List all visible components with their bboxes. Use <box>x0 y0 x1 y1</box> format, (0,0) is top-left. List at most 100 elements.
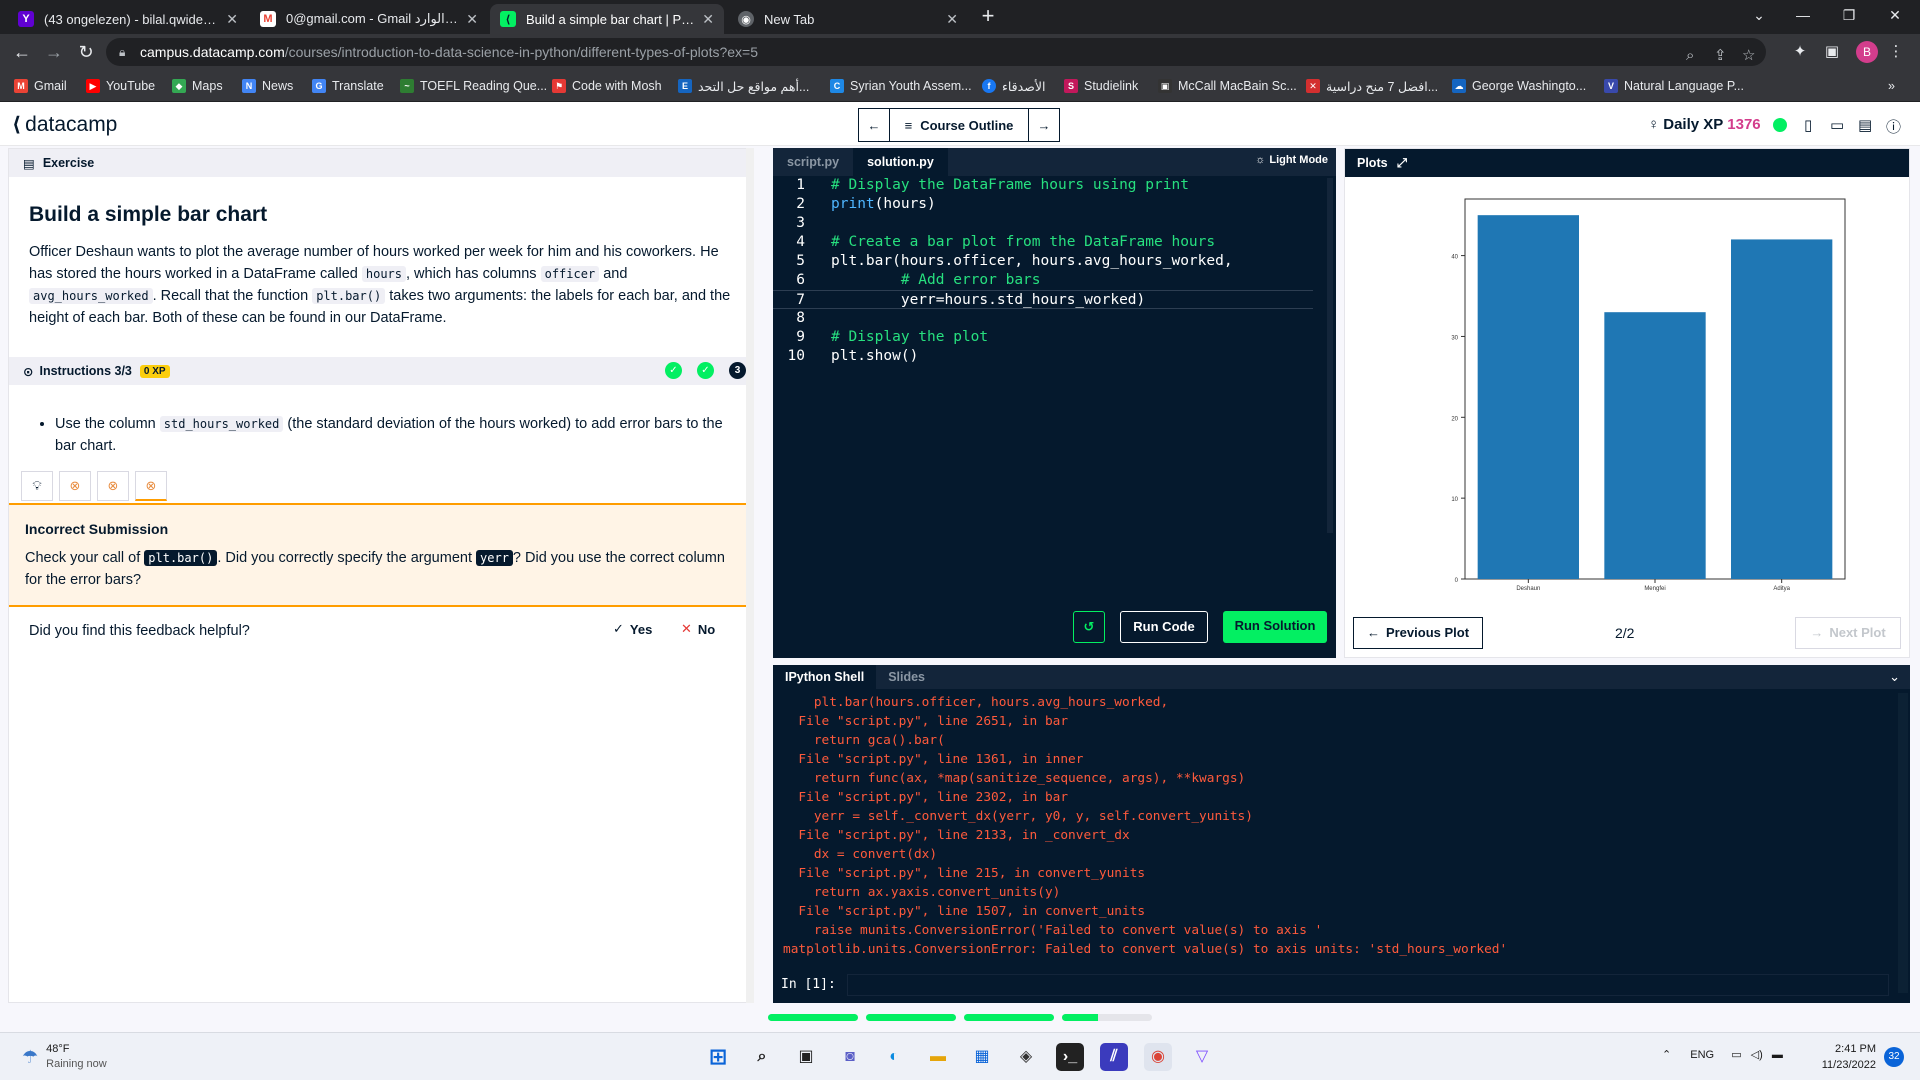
bookmark-mccall[interactable]: ▣ McCall MacBain Sc... <box>1158 76 1297 96</box>
browser-tab-active[interactable]: ⟨ Build a simple bar chart | Python ✕ <box>490 4 724 34</box>
tab-plots[interactable]: Plots ⤢ <box>1345 149 1420 177</box>
chrome-icon[interactable]: ◉ <box>1144 1043 1172 1071</box>
console-input[interactable] <box>847 974 1889 996</box>
exercise-scrollbar[interactable] <box>746 148 754 1003</box>
slides-icon[interactable]: ▤ <box>1858 116 1872 134</box>
no-button[interactable]: ✕ No <box>681 621 715 637</box>
tab-search-icon[interactable]: ⌄ <box>1736 0 1782 30</box>
next-exercise-button[interactable]: → <box>1028 108 1060 142</box>
expand-icon[interactable]: ⤢ <box>1397 156 1407 170</box>
bookmark-mosh[interactable]: ⚑ Code with Mosh <box>552 76 662 96</box>
edge-icon[interactable]: ◐ <box>880 1043 908 1071</box>
incorrect-attempt-icon[interactable]: ⊗ <box>97 471 129 501</box>
bookmark-news[interactable]: N News <box>242 76 293 96</box>
reload-icon[interactable]: ↻ <box>74 40 98 64</box>
step-complete-icon[interactable]: ✓ <box>697 362 714 379</box>
tab-slides[interactable]: Slides <box>876 665 937 689</box>
console-scrollbar[interactable] <box>1898 693 1908 993</box>
bookmark-arabic-sites[interactable]: E أهم مواقع حل التحد... <box>678 76 809 96</box>
restore-button[interactable]: ❐ <box>1826 0 1872 30</box>
editor-scrollbar[interactable] <box>1327 178 1333 533</box>
browser-tab[interactable]: Y (43 ongelezen) - bilal.qwider@ya ✕ <box>8 4 248 34</box>
tab-solution[interactable]: solution.py <box>853 148 948 176</box>
share-icon[interactable]: ⇪ <box>1714 42 1727 70</box>
visual-studio-icon[interactable]: ⫽ <box>1100 1043 1128 1071</box>
bookmark-george-washington[interactable]: ☁ George Washingto... <box>1452 76 1586 96</box>
more-bookmarks-icon[interactable]: » <box>1888 76 1895 96</box>
chevron-down-icon[interactable]: ⌄ <box>1889 669 1900 685</box>
code-line[interactable]: 9 # Display the plot <box>773 328 1313 347</box>
new-tab-button[interactable]: + <box>975 4 1001 30</box>
app-icon[interactable]: ▽ <box>1188 1043 1216 1071</box>
code-line[interactable]: 10 plt.show() <box>773 347 1313 366</box>
close-icon[interactable]: ✕ <box>460 11 478 28</box>
minimize-button[interactable]: — <box>1780 0 1826 30</box>
store-icon[interactable]: ▦ <box>968 1043 996 1071</box>
datacamp-logo[interactable]: ⟨ datacamp <box>12 112 117 137</box>
code-line[interactable]: 3 <box>773 214 1313 233</box>
terminal-icon[interactable]: ›_ <box>1056 1043 1084 1071</box>
bookmark-maps[interactable]: ◆ Maps <box>172 76 223 96</box>
url-bar[interactable]: 🔒︎ campus.datacamp.com/courses/introduct… <box>106 38 1766 66</box>
video-icon[interactable]: ▭ <box>1830 116 1844 134</box>
hint-bulb-icon[interactable]: 💡︎ <box>21 471 53 501</box>
forward-icon[interactable]: → <box>42 40 66 64</box>
weather-widget[interactable]: ☂ 48°F Raining now <box>22 1042 107 1072</box>
light-mode-toggle[interactable]: ☼ Light Mode <box>1255 154 1328 166</box>
browser-tab[interactable]: M 0@gmail.com - Gmail البريد الوارد ✕ <box>250 4 488 34</box>
step-complete-icon[interactable]: ✓ <box>665 362 682 379</box>
bookmark-translate[interactable]: G Translate <box>312 76 384 96</box>
back-icon[interactable]: ← <box>10 40 34 64</box>
windows-start-icon[interactable]: ⊞ <box>704 1043 732 1071</box>
info-icon[interactable]: ⓘ <box>1886 116 1901 137</box>
unity-icon[interactable]: ◈ <box>1012 1043 1040 1071</box>
close-icon[interactable]: ✕ <box>220 11 238 28</box>
clock[interactable]: 2:41 PM 11/23/2022 <box>1806 1041 1876 1073</box>
run-solution-button[interactable]: Run Solution <box>1223 611 1327 643</box>
code-line[interactable]: 2 print(hours) <box>773 195 1313 214</box>
run-code-button[interactable]: Run Code <box>1120 611 1208 643</box>
chevron-up-icon[interactable]: ⌃ <box>1662 1049 1671 1061</box>
tab-script[interactable]: script.py <box>773 148 853 176</box>
side-panel-icon[interactable]: ▣ <box>1822 42 1842 62</box>
bookmark-syrian-youth[interactable]: C Syrian Youth Assem... <box>830 76 972 96</box>
avatar[interactable]: B <box>1856 41 1878 63</box>
bookmark-studielink[interactable]: S Studielink <box>1064 76 1138 96</box>
next-plot-button[interactable]: → Next Plot <box>1795 617 1901 649</box>
task-view-icon[interactable]: ▣ <box>792 1043 820 1071</box>
bookmark-nlp[interactable]: V Natural Language P... <box>1604 76 1744 96</box>
mobile-icon[interactable]: ▯ <box>1804 116 1812 134</box>
incorrect-attempt-icon[interactable]: ⊗ <box>135 471 167 501</box>
file-explorer-icon[interactable]: ▬ <box>924 1043 952 1071</box>
close-icon[interactable]: ✕ <box>940 11 958 28</box>
code-line[interactable]: 7 yerr=hours.std_hours_worked) <box>773 290 1313 309</box>
extensions-icon[interactable]: ✦ <box>1790 42 1810 62</box>
bookmark-youtube[interactable]: ▶ YouTube <box>86 76 155 96</box>
reset-button[interactable]: ↺ <box>1073 611 1105 643</box>
step-current[interactable]: 3 <box>729 362 746 379</box>
volume-icon[interactable]: ◁) <box>1751 1049 1763 1061</box>
bookmark-gmail[interactable]: M Gmail <box>14 76 67 96</box>
chat-icon[interactable]: ◙ <box>836 1043 864 1071</box>
code-area[interactable]: 1 # Display the DataFrame hours using pri… <box>773 176 1313 366</box>
close-icon[interactable]: ✕ <box>696 11 714 28</box>
course-outline-button[interactable]: ≡ Course Outline <box>890 108 1028 142</box>
tab-ipython-shell[interactable]: IPython Shell <box>773 665 877 689</box>
bookmark-friends[interactable]: f الأصدقاء <box>982 76 1045 96</box>
previous-exercise-button[interactable]: ← <box>858 108 890 142</box>
window-close-button[interactable]: ✕ <box>1872 0 1918 30</box>
menu-icon[interactable]: ⋮ <box>1886 42 1906 62</box>
code-line[interactable]: 5 plt.bar(hours.officer, hours.avg_hours_… <box>773 252 1313 271</box>
yes-button[interactable]: ✓ Yes <box>613 621 652 637</box>
zoom-icon[interactable]: ⌕ <box>1686 42 1694 70</box>
previous-plot-button[interactable]: ← Previous Plot <box>1353 617 1483 649</box>
incorrect-attempt-icon[interactable]: ⊗ <box>59 471 91 501</box>
battery-icon[interactable]: ▬ <box>1772 1049 1783 1061</box>
search-icon[interactable]: ⌕ <box>748 1043 776 1071</box>
network-icon[interactable]: ▭ <box>1731 1049 1741 1061</box>
language-indicator[interactable]: ENG <box>1690 1049 1714 1061</box>
browser-tab[interactable]: ◉ New Tab ✕ <box>728 4 968 34</box>
code-line[interactable]: 8 <box>773 309 1313 328</box>
notification-badge[interactable]: 32 <box>1884 1047 1904 1067</box>
code-line[interactable]: 6 # Add error bars <box>773 271 1313 290</box>
